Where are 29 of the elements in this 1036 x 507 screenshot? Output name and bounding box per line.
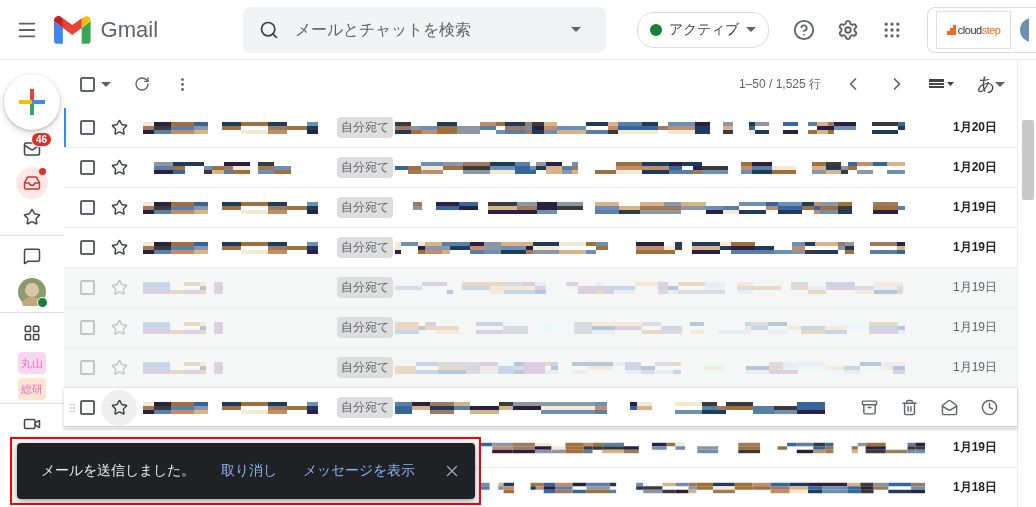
date-text: 1月19日	[951, 199, 998, 216]
date-text: 1月18日	[951, 479, 998, 496]
date-text: 1月19日	[951, 359, 998, 376]
toast-message: メールを送信しました。	[40, 462, 195, 480]
label-tag: 自分宛て	[337, 397, 393, 418]
date-text: 1月19日	[951, 439, 998, 456]
toast-link[interactable]: メッセージを表示	[302, 462, 415, 480]
date-text: 1月19日	[951, 319, 998, 336]
unread-count-badge: 46	[30, 132, 52, 147]
label-tag: 自分宛て	[337, 237, 393, 258]
search-bar[interactable]: メールとチャットを検索	[243, 6, 607, 53]
date-text: 1月20日	[951, 159, 998, 176]
date-text: 1月20日	[951, 119, 998, 136]
label-tag: 自分宛て	[337, 197, 393, 218]
label-tag: 自分宛て	[337, 357, 393, 378]
date-text: 1月19日	[951, 279, 998, 296]
label-tag: 自分宛て	[337, 117, 393, 138]
label-tag: 自分宛て	[337, 277, 393, 298]
label-tag: 自分宛て	[337, 157, 393, 178]
app-name: Gmail	[100, 16, 159, 43]
search-input[interactable]: メールとチャットを検索	[293, 19, 547, 40]
toast-link[interactable]: 取り消し	[220, 462, 277, 480]
status-button[interactable]: アクティブ	[637, 11, 770, 48]
page-range-text: 1–50 / 1,525 行	[738, 75, 821, 93]
organization-logo: cloudstep	[936, 10, 1012, 49]
date-text: 1月19日	[951, 239, 998, 256]
input-tool-button[interactable]: あ	[977, 72, 995, 96]
nav-button[interactable]: 46	[12, 132, 52, 166]
label-tag: 自分宛て	[337, 317, 393, 338]
